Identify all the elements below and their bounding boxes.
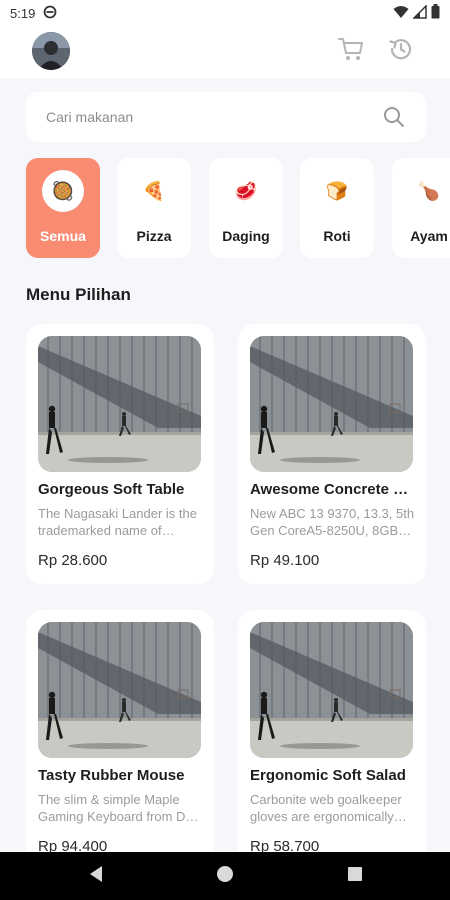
category-label: Semua: [40, 228, 86, 244]
product-image: [250, 336, 413, 472]
category-label: Daging: [222, 228, 270, 244]
search-bar[interactable]: Cari makanan: [26, 92, 426, 142]
pizza-icon: 🍕: [142, 180, 166, 201]
category-meat[interactable]: 🥩 Daging: [209, 158, 283, 258]
product-name: Ergonomic Soft Salad: [250, 767, 406, 784]
cart-icon: [337, 36, 365, 67]
signal-icon: [412, 3, 427, 22]
product-description: New ABC 13 9370, 13.3, 5th Gen CoreA5-82…: [250, 506, 415, 538]
product-price: Rp 49.100: [250, 552, 320, 569]
product-name: Tasty Rubber Mouse: [38, 767, 185, 784]
home-button[interactable]: [215, 865, 235, 888]
home-circle-icon: [216, 865, 234, 888]
do-not-disturb-icon: [43, 5, 57, 22]
history-icon: [387, 35, 415, 68]
product-card[interactable]: Awesome Concrete Chair New ABC 13 9370, …: [238, 324, 426, 584]
search-icon[interactable]: [382, 105, 406, 129]
battery-icon: [431, 4, 440, 22]
wifi-icon: [393, 5, 409, 22]
product-description: The Nagasaki Lander is the trademarked n…: [38, 506, 197, 538]
recents-square-icon: [347, 866, 363, 887]
category-pizza[interactable]: 🍕 Pizza: [117, 158, 191, 258]
food-bowl-icon: 🥘: [42, 170, 84, 212]
category-bread[interactable]: 🍞 Roti: [300, 158, 374, 258]
back-triangle-icon: [88, 865, 104, 888]
product-price: Rp 28.600: [38, 552, 108, 569]
recents-button[interactable]: [345, 866, 365, 886]
category-label: Ayam: [410, 228, 448, 244]
product-description: The slim & simple Maple Gaming Keyboard …: [38, 792, 200, 824]
meat-icon: 🥩: [234, 180, 258, 201]
category-list: 🥘 Semua 🍕 Pizza 🥩 Daging 🍞 Roti 🍗 Ayam: [26, 158, 450, 258]
product-image: [38, 622, 201, 758]
status-time: 5:19: [10, 5, 36, 21]
back-button[interactable]: [86, 865, 106, 888]
cart-button[interactable]: [336, 36, 366, 66]
product-image: [250, 622, 413, 758]
product-name: Awesome Concrete Chair: [250, 481, 418, 498]
chicken-leg-icon: 🍗: [417, 180, 441, 201]
status-bar: 5:19: [0, 0, 450, 26]
product-card[interactable]: Ergonomic Soft Salad Carbonite web goalk…: [238, 610, 426, 870]
avatar[interactable]: [32, 32, 70, 70]
section-title: Menu Pilihan: [26, 285, 131, 304]
category-label: Roti: [323, 228, 351, 244]
product-name: Gorgeous Soft Table: [38, 481, 185, 498]
category-all[interactable]: 🥘 Semua: [26, 158, 100, 258]
search-input[interactable]: Cari makanan: [46, 109, 382, 125]
navigation-bar: [0, 852, 450, 900]
history-button[interactable]: [386, 36, 416, 66]
category-chicken[interactable]: 🍗 Ayam: [392, 158, 450, 258]
bread-icon: 🍞: [325, 180, 349, 201]
product-card[interactable]: Tasty Rubber Mouse The slim & simple Map…: [26, 610, 214, 870]
product-card[interactable]: Gorgeous Soft Table The Nagasaki Lander …: [26, 324, 214, 584]
app-header: [0, 26, 450, 78]
product-description: Carbonite web goalkeeper gloves are ergo…: [250, 792, 402, 824]
category-label: Pizza: [136, 228, 172, 244]
product-image: [38, 336, 201, 472]
